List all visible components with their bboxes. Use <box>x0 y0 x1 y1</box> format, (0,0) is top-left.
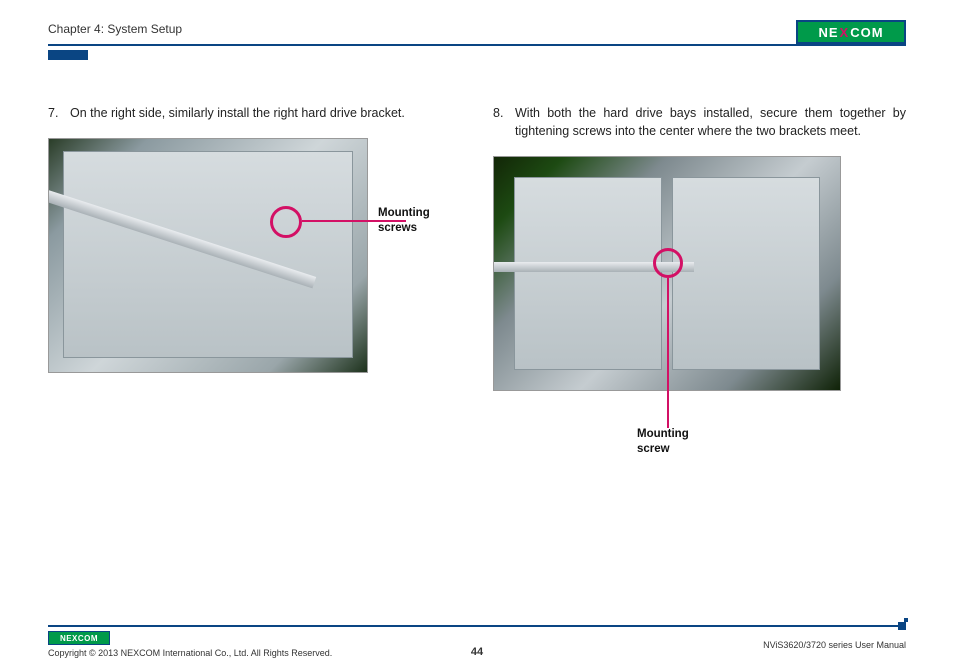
manual-name: NViS3620/3720 series User Manual <box>763 640 906 650</box>
callout-label-line2: screw <box>637 443 670 455</box>
copyright-text: Copyright © 2013 NEXCOM International Co… <box>48 648 332 658</box>
chapter-title: Chapter 4: System Setup <box>48 20 182 36</box>
brand-logo: NEXCOM <box>796 20 906 44</box>
content-area: 7. On the right side, similarly install … <box>48 104 906 457</box>
footer-rule <box>48 625 906 627</box>
page-header: Chapter 4: System Setup NEXCOM <box>48 20 906 60</box>
callout-circle-icon <box>270 206 302 238</box>
photo-right-bracket <box>48 138 368 373</box>
page-number: 44 <box>471 646 483 658</box>
header-rule <box>48 44 906 46</box>
header-dash <box>48 50 88 60</box>
figure-7 <box>48 138 368 373</box>
figure-7-wrap: Mounting screws <box>48 138 461 373</box>
logo-text-x: X <box>840 25 850 40</box>
step-7-text: On the right side, similarly install the… <box>70 104 461 122</box>
callout-leader-line <box>302 220 406 222</box>
step-8-text: With both the hard drive bays installed,… <box>515 104 906 140</box>
step-7-number: 7. <box>48 104 64 122</box>
callout-label-line2: screws <box>378 222 417 234</box>
left-column: 7. On the right side, similarly install … <box>48 104 461 457</box>
right-column: 8. With both the hard drive bays install… <box>493 104 906 457</box>
step-8: 8. With both the hard drive bays install… <box>493 104 906 140</box>
callout-label-line1: Mounting <box>378 207 430 219</box>
footer-left: NEXCOM Copyright © 2013 NEXCOM Internati… <box>48 631 332 658</box>
footer-row: NEXCOM Copyright © 2013 NEXCOM Internati… <box>48 631 906 658</box>
footer-logo: NEXCOM <box>48 631 110 645</box>
logo-text-right: COM <box>850 25 883 40</box>
callout-label-line1: Mounting <box>637 428 689 440</box>
callout-leader-line <box>667 278 669 428</box>
step-7: 7. On the right side, similarly install … <box>48 104 461 122</box>
logo-text-left: NE <box>818 25 838 40</box>
footer-ornament-icon <box>898 622 906 630</box>
callout-label-mounting-screw: Mounting screw <box>637 427 906 457</box>
page-footer: NEXCOM Copyright © 2013 NEXCOM Internati… <box>48 625 906 658</box>
figure-8 <box>493 156 906 391</box>
step-8-number: 8. <box>493 104 509 140</box>
